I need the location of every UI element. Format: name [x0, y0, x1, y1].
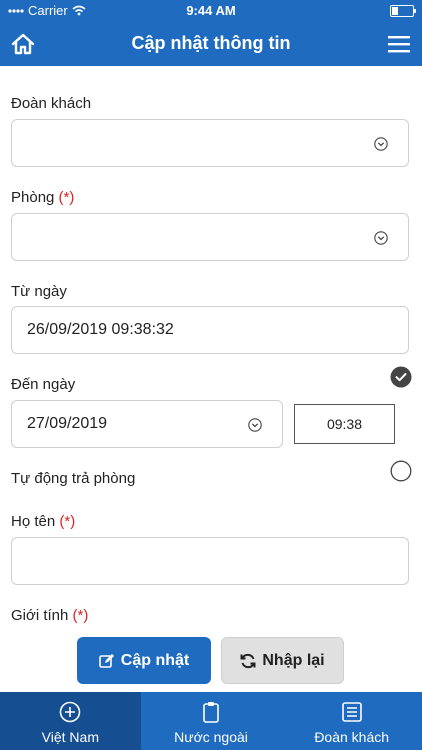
chevron-down-icon: [374, 231, 388, 245]
ho-ten-input[interactable]: [11, 537, 409, 585]
update-button[interactable]: Cập nhật: [77, 637, 211, 684]
status-bar: Carrier 9:44 AM: [0, 0, 422, 22]
doan-khach-select[interactable]: [11, 119, 409, 167]
chevron-down-icon: [248, 418, 262, 432]
phong-label-text: Phòng: [11, 189, 55, 206]
den-ngay-time-input[interactable]: 09:38: [294, 404, 395, 444]
tu-ngay-value: 26/09/2019 09:38:32: [27, 321, 174, 338]
chevron-down-icon: [374, 137, 388, 151]
tu-dong-tra-phong-checkbox[interactable]: [390, 460, 412, 482]
edit-icon: [98, 653, 114, 668]
reset-button[interactable]: Nhập lại: [221, 637, 344, 684]
den-ngay-label: Đến ngày: [11, 376, 75, 393]
required-mark: (*): [72, 607, 89, 624]
den-ngay-date-value: 27/09/2019: [27, 415, 108, 432]
battery-icon: [390, 5, 416, 17]
refresh-icon: [240, 653, 256, 668]
phong-select[interactable]: [11, 213, 409, 261]
doan-khach-label-text: Đoàn khách: [11, 95, 92, 112]
tu-ngay-input[interactable]: 26/09/2019 09:38:32: [11, 306, 409, 354]
doan-khach-label: Đoàn khách: [11, 95, 91, 112]
list-icon: [341, 702, 362, 722]
tab-doan-khach[interactable]: Đoàn khách: [281, 692, 422, 750]
gioi-tinh-label-text: Giới tính: [11, 607, 69, 624]
bottom-tab-bar: Việt Nam Nước ngoài Đoàn khách: [0, 692, 422, 750]
tu-ngay-label-text: Từ ngày: [11, 283, 67, 300]
clipboard-icon: [203, 702, 219, 723]
required-mark: (*): [59, 513, 76, 530]
tab-nuoc-ngoai[interactable]: Nước ngoài: [141, 692, 282, 750]
status-time: 9:44 AM: [186, 3, 236, 18]
tu-dong-tra-phong-label-text: Tự động trả phòng: [11, 470, 136, 487]
top-navbar: Cập nhật thông tin: [0, 22, 422, 66]
tab-viet-nam[interactable]: Việt Nam: [0, 692, 141, 750]
gioi-tinh-label: Giới tính (*): [11, 607, 88, 624]
plus-circle-icon: [60, 701, 81, 723]
den-ngay-checkbox[interactable]: [390, 366, 412, 388]
tu-dong-tra-phong-label: Tự động trả phòng: [11, 470, 135, 487]
phong-label: Phòng (*): [11, 189, 74, 206]
hamburger-menu-icon[interactable]: [388, 34, 410, 54]
den-ngay-label-text: Đến ngày: [11, 376, 76, 393]
ho-ten-label: Họ tên (*): [11, 513, 75, 530]
ho-ten-label-text: Họ tên: [11, 513, 56, 530]
den-ngay-time-value: 09:38: [326, 416, 363, 432]
required-mark: (*): [58, 189, 75, 206]
tab-nuoc-ngoai-label: Nước ngoài: [174, 729, 248, 745]
update-button-label: Cập nhật: [120, 651, 190, 669]
den-ngay-date-select[interactable]: 27/09/2019: [11, 400, 283, 448]
page-title: Cập nhật thông tin: [131, 33, 291, 53]
tab-viet-nam-label: Việt Nam: [41, 729, 99, 745]
reset-button-label: Nhập lại: [262, 651, 325, 669]
tab-doan-khach-label: Đoàn khách: [314, 729, 390, 745]
tu-ngay-label: Từ ngày: [11, 283, 67, 300]
